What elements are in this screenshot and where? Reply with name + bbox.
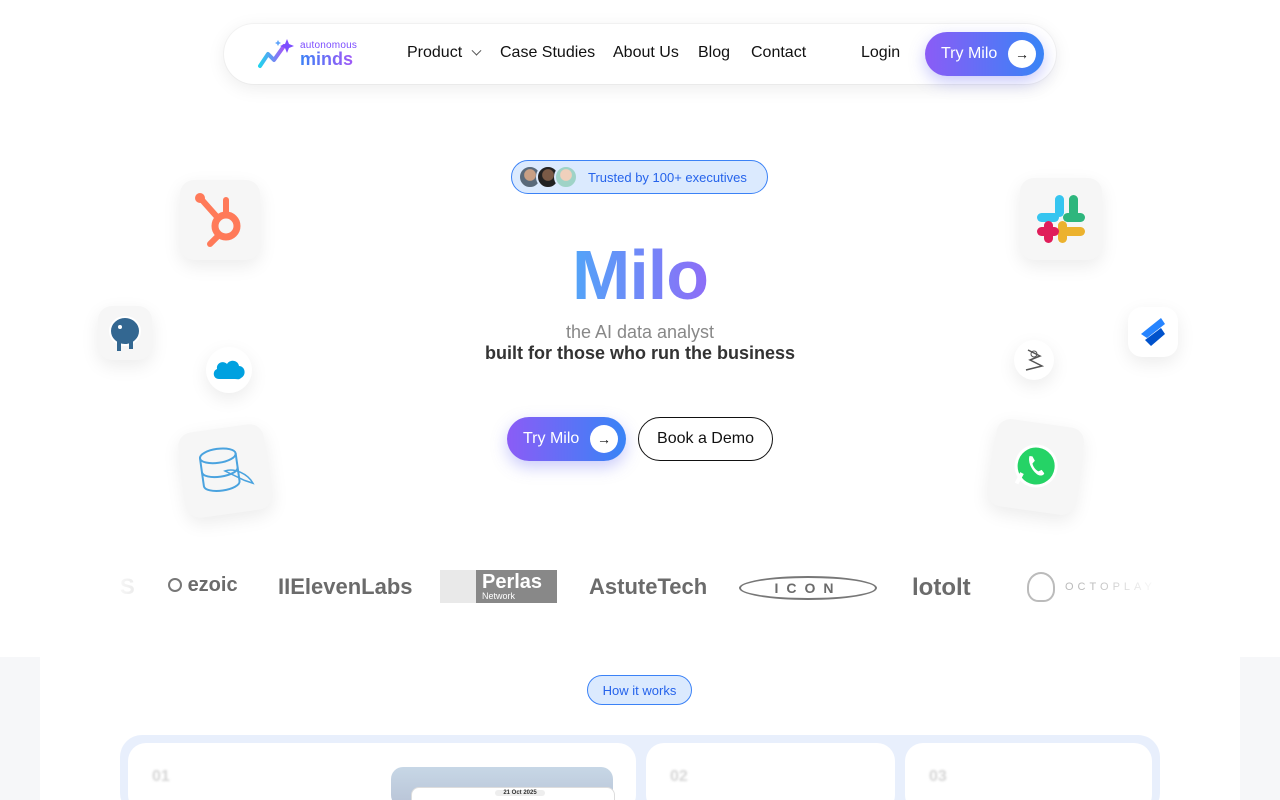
nav-blog[interactable]: Blog bbox=[698, 44, 730, 62]
logo-text-bottom: minds bbox=[300, 50, 357, 68]
postgresql-icon bbox=[98, 306, 152, 360]
shell-icon bbox=[440, 570, 476, 603]
brand-logo-astutetech: AstuteTech bbox=[589, 574, 708, 599]
brand-logo-perlas-sub: Network bbox=[482, 591, 516, 601]
nav-about-us[interactable]: About Us bbox=[613, 44, 679, 62]
brand-logo-perlas-text: Perlas bbox=[482, 571, 543, 593]
try-milo-hero-label: Try Milo bbox=[523, 430, 580, 447]
avatar-group bbox=[518, 165, 578, 189]
nav-contact[interactable]: Contact bbox=[751, 44, 806, 62]
whatsapp-icon bbox=[986, 417, 1086, 517]
arrow-right-icon: → bbox=[1008, 40, 1036, 68]
sparkle-chart-icon bbox=[258, 39, 294, 68]
brand-logo-ezoic: ezoic bbox=[168, 574, 238, 597]
brand-logo-perlas: Perlas Network bbox=[440, 570, 557, 603]
salesforce-icon bbox=[206, 347, 252, 393]
ezoic-icon bbox=[168, 578, 182, 592]
trusted-text: Trusted by 100+ executives bbox=[588, 169, 747, 185]
how-it-works-badge: How it works bbox=[587, 675, 692, 705]
chevron-down-icon bbox=[471, 45, 482, 56]
nav-product-label: Product bbox=[407, 44, 463, 61]
try-milo-nav-button[interactable]: Try Milo → bbox=[925, 32, 1044, 76]
slack-icon bbox=[1020, 178, 1102, 260]
step-number-2: 02 bbox=[670, 768, 688, 785]
step-number-1: 01 bbox=[152, 768, 170, 785]
arrow-right-icon: → bbox=[590, 425, 618, 453]
nav-product[interactable]: Product bbox=[407, 44, 482, 62]
brand-logo-elevenlabs: IIElevenLabs bbox=[278, 574, 413, 599]
fade-left bbox=[110, 560, 170, 610]
avatar bbox=[554, 165, 578, 189]
octopus-icon bbox=[1027, 572, 1055, 602]
login-link[interactable]: Login bbox=[861, 44, 900, 62]
brand-logos-strip: S ezoic IIElevenLabs Perlas Network Astu… bbox=[0, 566, 1280, 610]
brand-logo-ezoic-text: ezoic bbox=[187, 574, 238, 596]
try-milo-nav-label: Try Milo bbox=[941, 45, 998, 62]
book-demo-button[interactable]: Book a Demo bbox=[638, 417, 773, 461]
mysql-icon bbox=[176, 422, 274, 520]
hubspot-icon bbox=[180, 180, 260, 260]
fade-right bbox=[1090, 560, 1160, 610]
hero-subtitle-1: the AI data analyst bbox=[565, 322, 715, 342]
brand-logo-icon: ICON bbox=[739, 576, 877, 600]
brand-logo-lotolt: lotolt bbox=[912, 574, 971, 601]
step-number-3: 03 bbox=[929, 768, 947, 785]
step-preview-date: 21 Oct 2025 bbox=[495, 790, 545, 796]
logo[interactable]: autonomous minds bbox=[258, 38, 357, 70]
spark-icon bbox=[1014, 340, 1054, 380]
trusted-badge: Trusted by 100+ executives bbox=[511, 160, 768, 194]
top-nav: autonomous minds Product Case Studies Ab… bbox=[224, 24, 1056, 84]
try-milo-hero-button[interactable]: Try Milo → bbox=[507, 417, 626, 461]
hero-subtitle-2: built for those who run the business bbox=[484, 343, 795, 363]
nav-case-studies[interactable]: Case Studies bbox=[500, 44, 595, 62]
jira-icon bbox=[1128, 307, 1178, 357]
